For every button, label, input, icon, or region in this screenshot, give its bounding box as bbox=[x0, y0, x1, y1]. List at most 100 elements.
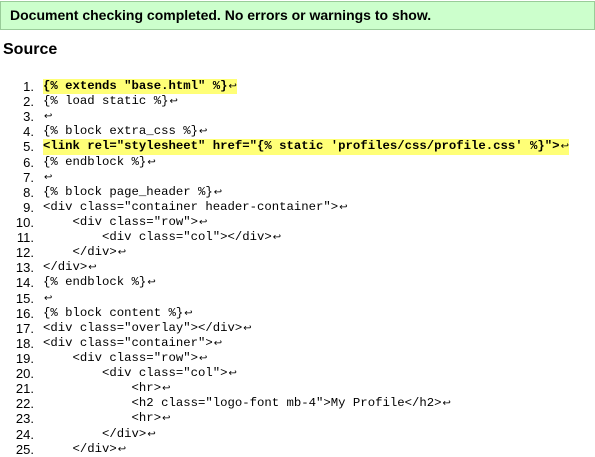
code-text: {% load static %} bbox=[43, 94, 169, 109]
line-end-icon: ↩ bbox=[117, 443, 127, 455]
source-line: 16. {% block content %}↩ bbox=[0, 306, 595, 321]
code-text: <div class="row"> bbox=[43, 214, 198, 229]
code-text: <link rel="stylesheet" href="{% static '… bbox=[43, 139, 560, 154]
validation-status-banner: Document checking completed. No errors o… bbox=[0, 1, 595, 30]
source-line: 1. {% extends "base.html" %}↩ bbox=[0, 79, 595, 95]
code-text: <div class="row"> bbox=[43, 350, 198, 365]
code-line: <hr>↩ bbox=[43, 381, 171, 396]
line-number: 2. bbox=[23, 94, 34, 110]
source-line: 17. <div class="overlay"></div>↩ bbox=[0, 321, 595, 336]
code-text: {% endblock %} bbox=[43, 154, 147, 169]
code-line: <div class="row">↩ bbox=[43, 214, 208, 230]
line-number: 6. bbox=[23, 154, 34, 170]
code-text: </div> bbox=[43, 441, 117, 456]
line-end-icon: ↩ bbox=[117, 247, 127, 259]
line-number: 5. bbox=[23, 139, 34, 155]
status-message: Document checking completed. No errors o… bbox=[10, 7, 432, 23]
source-line: 10. <div class="row">↩ bbox=[0, 215, 595, 230]
code-text: <hr> bbox=[43, 411, 162, 426]
code-text: <div class="overlay"></div> bbox=[43, 320, 243, 335]
line-number: 15. bbox=[15, 290, 34, 306]
code-line: </div>↩ bbox=[43, 245, 127, 260]
code-line: {% block extra_css %}↩ bbox=[43, 124, 207, 139]
code-line: <div class="container">↩ bbox=[43, 336, 222, 351]
code-text: {% block content %} bbox=[43, 305, 184, 320]
source-line: 3. ↩ bbox=[0, 109, 595, 124]
line-end-icon: ↩ bbox=[198, 216, 208, 228]
source-line: 20. <div class="col">↩ bbox=[0, 366, 595, 381]
line-number: 23. bbox=[15, 411, 34, 427]
code-line: </div>↩ bbox=[43, 260, 97, 275]
source-line: 12. </div>↩ bbox=[0, 245, 595, 260]
line-number: 12. bbox=[15, 245, 34, 261]
code-line: {% block page_header %}↩ bbox=[43, 185, 222, 200]
line-number: 14. bbox=[15, 275, 34, 291]
source-line: 13. </div>↩ bbox=[0, 260, 595, 275]
source-line: 15. ↩ bbox=[0, 291, 595, 306]
code-text: <div class="container header-container"> bbox=[43, 199, 339, 214]
code-text: <div class="col"> bbox=[43, 366, 228, 381]
code-line: <div class="col">↩ bbox=[43, 366, 237, 381]
line-number: 17. bbox=[15, 320, 34, 336]
code-text: {% block extra_css %} bbox=[43, 124, 198, 139]
code-line: <div class="container header-container">… bbox=[43, 200, 348, 215]
line-end-icon: ↩ bbox=[147, 277, 156, 289]
line-end-icon: ↩ bbox=[560, 141, 569, 153]
source-line: 5. <link rel="stylesheet" href="{% static… bbox=[0, 139, 595, 155]
line-end-icon: ↩ bbox=[228, 81, 237, 92]
code-line: {% endblock %}↩ bbox=[43, 275, 156, 290]
source-line: 2. {% load static %}↩ bbox=[0, 94, 595, 109]
code-text: </div> bbox=[43, 260, 88, 275]
code-line: <div class="overlay"></div>↩ bbox=[43, 321, 252, 336]
line-number: 20. bbox=[15, 366, 34, 382]
line-number: 1. bbox=[23, 79, 34, 94]
code-text: </div> bbox=[43, 245, 117, 260]
line-number: 16. bbox=[15, 305, 34, 321]
line-end-icon: ↩ bbox=[198, 352, 208, 364]
source-line: 22. <h2 class="logo-font mb-4">My Profil… bbox=[0, 396, 595, 411]
code-text: <hr> bbox=[43, 381, 162, 396]
source-line: 8. {% block page_header %}↩ bbox=[0, 185, 595, 200]
line-number: 10. bbox=[15, 214, 34, 230]
source-line: 14. {% endblock %}↩ bbox=[0, 275, 595, 290]
line-end-icon: ↩ bbox=[213, 337, 223, 349]
code-text: <div class="col"></div> bbox=[43, 230, 272, 245]
line-end-icon: ↩ bbox=[169, 96, 178, 108]
line-end-icon: ↩ bbox=[339, 201, 348, 213]
source-line: 21. <hr>↩ bbox=[0, 381, 595, 396]
line-number: 7. bbox=[23, 169, 34, 185]
code-line: <div class="row">↩ bbox=[43, 350, 208, 366]
source-heading: Source bbox=[3, 41, 58, 58]
line-number: 21. bbox=[15, 381, 34, 397]
source-line: 11. <div class="col"></div>↩ bbox=[0, 230, 595, 245]
code-line: ↩ bbox=[43, 291, 52, 306]
code-line: {% endblock %}↩ bbox=[43, 155, 156, 170]
code-text: <div class="container"> bbox=[43, 335, 213, 350]
line-number: 13. bbox=[15, 260, 34, 276]
code-text: <h2 class="logo-font mb-4">My Profile</h… bbox=[43, 396, 442, 411]
source-line: 24. </div>↩ bbox=[0, 427, 595, 442]
line-number: 4. bbox=[23, 124, 34, 140]
line-end-icon: ↩ bbox=[442, 398, 451, 410]
code-line: ↩ bbox=[43, 109, 52, 124]
line-end-icon: ↩ bbox=[44, 292, 53, 304]
source-listing: 1. {% extends "base.html" %}↩ 2. {% load st… bbox=[0, 79, 595, 457]
highlighted-code-line: {% extends "base.html" %}↩ bbox=[43, 79, 237, 95]
source-line: 19. <div class="row">↩ bbox=[0, 351, 595, 366]
code-line: </div>↩ bbox=[43, 427, 156, 442]
source-line: 9. <div class="container header-container… bbox=[0, 200, 595, 215]
line-end-icon: ↩ bbox=[162, 413, 171, 425]
code-line: ↩ bbox=[43, 170, 52, 185]
code-line: <h2 class="logo-font mb-4">My Profile</h… bbox=[43, 396, 451, 411]
code-text: {% extends "base.html" %} bbox=[43, 79, 228, 93]
highlighted-code-line: <link rel="stylesheet" href="{% static '… bbox=[43, 139, 569, 155]
line-end-icon: ↩ bbox=[184, 307, 193, 319]
line-number: 3. bbox=[23, 109, 34, 125]
line-number: 8. bbox=[23, 184, 34, 200]
line-end-icon: ↩ bbox=[44, 171, 53, 183]
source-line: 7. ↩ bbox=[0, 170, 595, 185]
source-line: 18. <div class="container">↩ bbox=[0, 336, 595, 351]
line-number: 22. bbox=[15, 396, 34, 412]
line-end-icon: ↩ bbox=[88, 262, 97, 274]
line-number: 9. bbox=[23, 199, 34, 215]
